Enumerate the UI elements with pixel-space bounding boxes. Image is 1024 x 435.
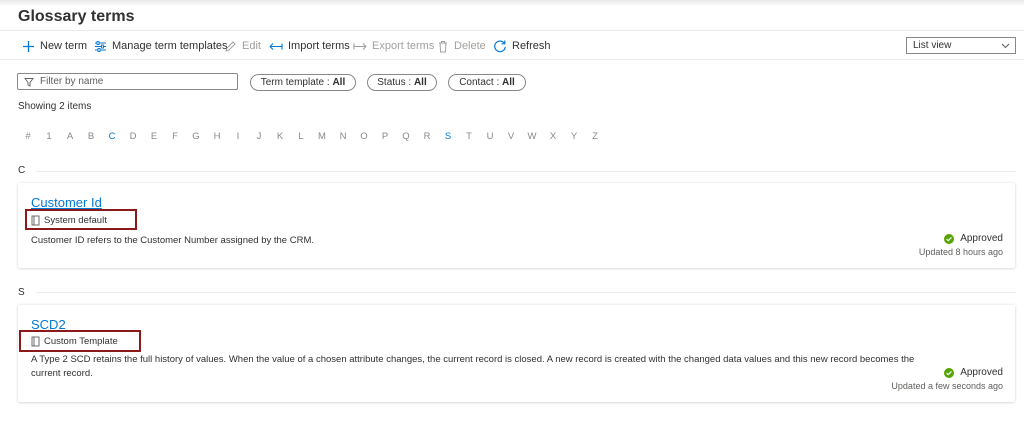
top-shadow-band	[0, 0, 1024, 6]
delete-button[interactable]: Delete	[437, 37, 486, 55]
alpha-item[interactable]: O	[358, 131, 370, 142]
alpha-item[interactable]: N	[337, 131, 349, 142]
alpha-item[interactable]: D	[127, 131, 139, 142]
status-filter-label: Status :	[377, 77, 414, 88]
add-icon	[23, 40, 34, 52]
manage-term-templates-label: Manage term templates	[112, 40, 228, 52]
alpha-item[interactable]: #	[22, 131, 34, 142]
alpha-item[interactable]: M	[316, 131, 328, 142]
group-header-s: S	[18, 287, 25, 298]
alpha-item[interactable]: C	[106, 131, 118, 142]
alpha-item[interactable]: K	[274, 131, 286, 142]
term-status-label: Approved	[960, 233, 1003, 244]
trash-icon	[439, 40, 447, 52]
export-terms-label: Export terms	[372, 40, 435, 52]
group-header-c: C	[18, 165, 26, 176]
export-arrow-icon	[353, 42, 367, 50]
check-circle-icon	[944, 233, 955, 244]
view-mode-value: List view	[913, 40, 952, 51]
term-card: Customer Id System default Customer ID r…	[18, 183, 1015, 268]
alpha-item[interactable]: X	[547, 131, 559, 142]
alpha-item[interactable]: T	[463, 131, 475, 142]
filter-icon	[24, 78, 34, 87]
filter-placeholder: Filter by name	[40, 76, 104, 87]
term-status: Approved	[944, 367, 1003, 378]
alpha-item[interactable]: E	[148, 131, 160, 142]
alpha-item[interactable]: S	[442, 131, 454, 142]
settings-sliders-icon	[95, 40, 106, 52]
term-name-link[interactable]: Customer Id	[31, 195, 102, 210]
alpha-item[interactable]: G	[190, 131, 202, 142]
term-status: Approved	[944, 233, 1003, 244]
alpha-item[interactable]: P	[379, 131, 391, 142]
alpha-item[interactable]: 1	[43, 131, 55, 142]
contact-filter-pill[interactable]: Contact : All	[448, 74, 526, 91]
refresh-button[interactable]: Refresh	[493, 37, 551, 55]
template-highlight-box	[19, 330, 141, 352]
import-terms-button[interactable]: Import terms	[269, 37, 350, 55]
alpha-item[interactable]: F	[169, 131, 181, 142]
term-description: A Type 2 SCD retains the full history of…	[31, 354, 915, 379]
manage-term-templates-button[interactable]: Manage term templates	[94, 37, 228, 55]
term-status-label: Approved	[960, 367, 1003, 378]
alpha-item[interactable]: A	[64, 131, 76, 142]
contact-filter-label: Contact :	[459, 77, 503, 88]
refresh-label: Refresh	[512, 40, 551, 52]
alpha-item[interactable]: U	[484, 131, 496, 142]
term-description: Customer ID refers to the Customer Numbe…	[31, 235, 314, 246]
status-filter-value: All	[413, 77, 427, 88]
alpha-item[interactable]: B	[85, 131, 97, 142]
alpha-item[interactable]: I	[232, 131, 244, 142]
alpha-item[interactable]: V	[505, 131, 517, 142]
pencil-icon	[225, 40, 236, 52]
alpha-item[interactable]: L	[295, 131, 307, 142]
alpha-item[interactable]: Q	[400, 131, 412, 142]
edit-button[interactable]: Edit	[224, 37, 261, 55]
group-divider	[36, 292, 1016, 293]
import-terms-label: Import terms	[288, 40, 350, 52]
import-arrows-icon	[269, 42, 283, 50]
check-circle-icon	[944, 367, 955, 378]
new-term-button[interactable]: New term	[22, 37, 87, 55]
alpha-item[interactable]: H	[211, 131, 223, 142]
refresh-icon	[494, 40, 506, 53]
export-terms-button[interactable]: Export terms	[353, 37, 434, 55]
command-bar: New term Manage term templates Edit Impo…	[0, 30, 1024, 60]
view-mode-select[interactable]: List view	[906, 37, 1016, 54]
alpha-item[interactable]: J	[253, 131, 265, 142]
new-term-label: New term	[40, 40, 88, 52]
term-template-filter-value: All	[332, 77, 346, 88]
chevron-down-icon	[1001, 43, 1010, 49]
status-filter-pill[interactable]: Status : All	[367, 74, 437, 91]
group-divider	[36, 171, 1016, 172]
items-count: Showing 2 items	[18, 101, 92, 112]
alpha-item[interactable]: Z	[589, 131, 601, 142]
term-template-filter-label: Term template :	[260, 77, 333, 88]
contact-filter-value: All	[502, 77, 515, 88]
page-title: Glossary terms	[18, 8, 135, 25]
edit-label: Edit	[242, 40, 261, 52]
term-updated: Updated 8 hours ago	[918, 247, 1003, 257]
term-template-filter-pill[interactable]: Term template : All	[250, 74, 356, 91]
term-card: SCD2 Custom Template A Type 2 SCD retain…	[18, 305, 1015, 402]
alpha-item[interactable]: R	[421, 131, 433, 142]
template-highlight-box	[25, 209, 137, 230]
filter-by-name-input[interactable]: Filter by name	[17, 73, 238, 90]
alpha-item[interactable]: Y	[568, 131, 580, 142]
term-updated: Updated a few seconds ago	[891, 381, 1003, 391]
alpha-item[interactable]: W	[526, 131, 538, 142]
delete-label: Delete	[454, 40, 486, 52]
